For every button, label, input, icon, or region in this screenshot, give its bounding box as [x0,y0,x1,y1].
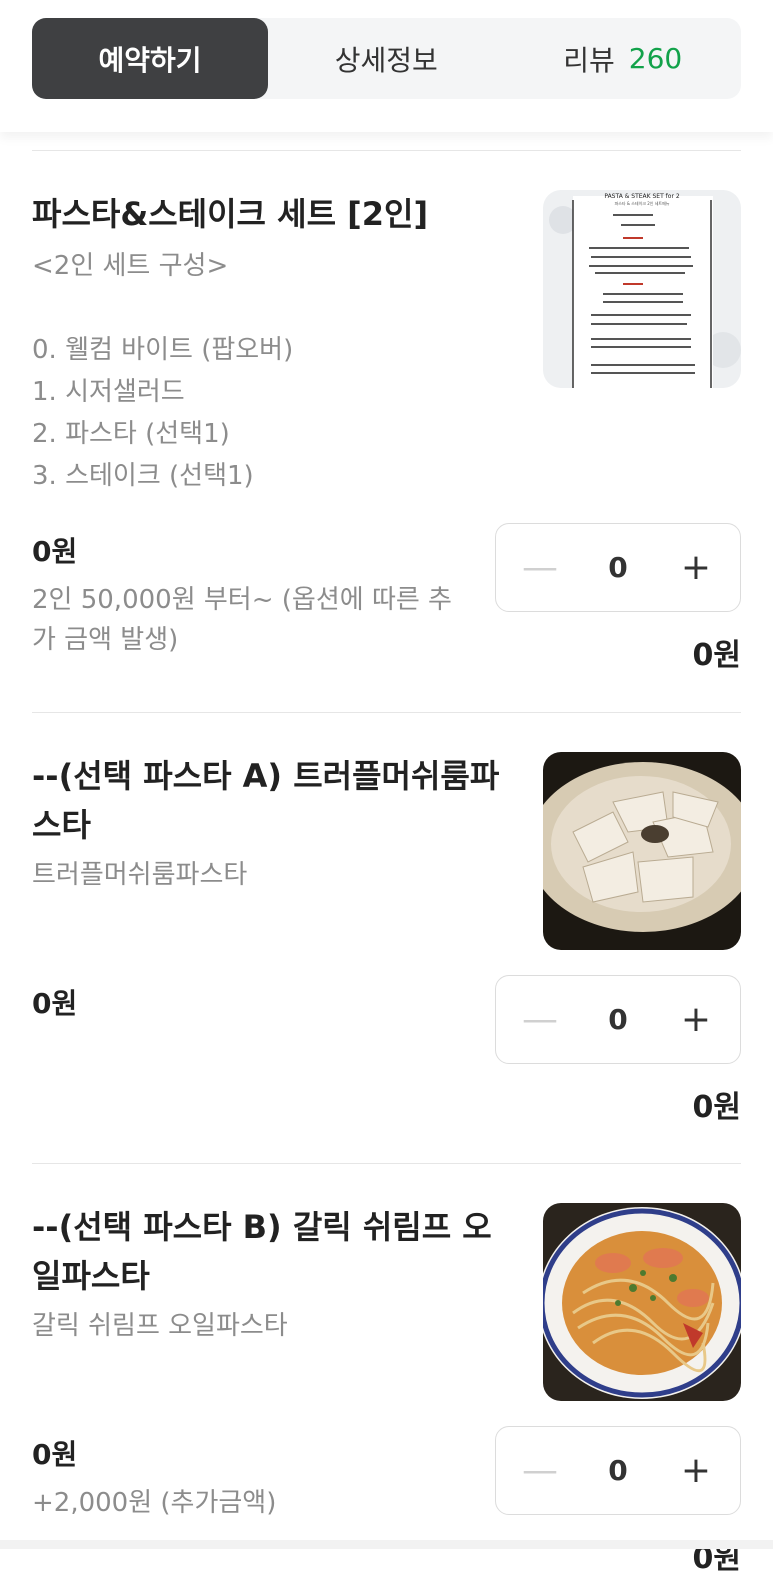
tab-details-label: 상세정보 [334,43,438,77]
review-count: 260 [628,42,683,75]
item-description: <2인 세트 구성> 0. 웰컴 바이트 (팝오버) 1. 시저샐러드 2. 파… [32,251,294,491]
bottom-bar-edge [0,1540,773,1549]
quantity-value: 0 [608,1003,628,1036]
quantity-stepper: — 0 + [495,523,741,612]
menu-item[interactable]: --(선택 파스타 B) 갈릭 쉬림프 오일파스타 갈릭 쉬림프 오일파스타 0… [32,1203,741,1576]
menu-card-image: PASTA & STEAK SET for 2 파스타 & 스테이크 2인 세트… [543,190,741,388]
truffle-pasta-image [543,752,741,950]
divider [32,712,741,713]
tab-bar: 예약하기 상세정보 리뷰 260 [32,18,741,99]
tab-details[interactable]: 상세정보 [268,18,505,99]
menu-card-subtitle: 파스타 & 스테이크 2인 세트메뉴 [615,200,670,206]
menu-item[interactable]: --(선택 파스타 A) 트러플머쉬룸파스타 트러플머쉬룸파스타 0원 — 0 … [32,752,741,1132]
tab-reservation[interactable]: 예약하기 [32,18,268,99]
increase-button[interactable]: + [678,549,714,586]
tab-reviews[interactable]: 리뷰 260 [505,18,742,99]
increase-button[interactable]: + [678,1452,714,1489]
item-price-note: 2인 50,000원 부터~ (옵션에 따른 추가 금액 발생) [32,585,452,655]
tab-reviews-label: 리뷰 [563,43,615,77]
item-description: 갈릭 쉬림프 오일파스타 [32,1311,288,1341]
quantity-stepper: — 0 + [495,1426,741,1515]
item-title: --(선택 파스타 A) 트러플머쉬룸파스타 [32,757,500,844]
item-total: 0원 [692,638,741,673]
item-description: 트러플머쉬룸파스타 [32,860,248,890]
item-title: 파스타&스테이크 세트 [2인] [32,195,429,233]
decrease-button[interactable]: — [522,549,558,586]
item-total: 0원 [692,1090,741,1125]
decrease-button[interactable]: — [522,1001,558,1038]
quantity-value: 0 [608,551,628,584]
menu-item[interactable]: 파스타&스테이크 세트 [2인] <2인 세트 구성> 0. 웰컴 바이트 (팝… [32,190,741,690]
item-price: 0원 [32,987,78,1020]
divider [32,150,741,151]
item-title: --(선택 파스타 B) 갈릭 쉬림프 오일파스타 [32,1208,492,1295]
quantity-stepper: — 0 + [495,975,741,1064]
increase-button[interactable]: + [678,1001,714,1038]
garlic-shrimp-pasta-image [543,1203,741,1401]
item-price: 0원 [32,535,78,568]
quantity-value: 0 [608,1454,628,1487]
decrease-button[interactable]: — [522,1452,558,1489]
item-price-note: +2,000원 (추가금액) [32,1488,277,1518]
tab-bar-container: 예약하기 상세정보 리뷰 260 [0,0,773,132]
divider [32,1163,741,1164]
tab-reservation-label: 예약하기 [98,43,202,77]
item-price: 0원 [32,1438,78,1471]
menu-card-title: PASTA & STEAK SET for 2 [604,193,679,200]
